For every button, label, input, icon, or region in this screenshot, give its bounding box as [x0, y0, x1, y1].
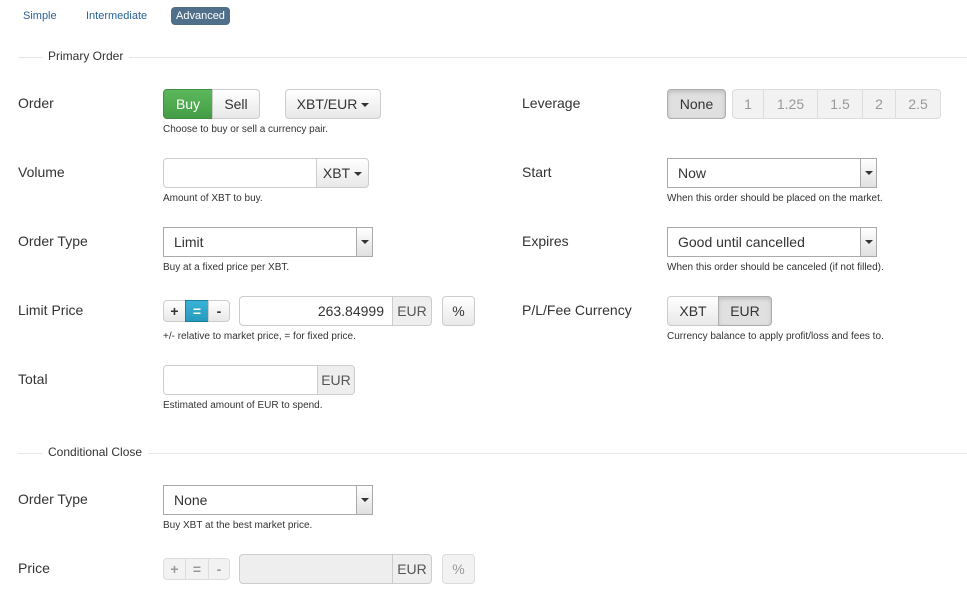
section-title-primary: Primary Order	[42, 49, 130, 63]
close-price-label: Price	[18, 560, 50, 576]
close-order-type-label: Order Type	[18, 491, 88, 507]
select-arrow-icon	[356, 486, 372, 514]
volume-label: Volume	[18, 164, 65, 180]
section-divider	[18, 453, 967, 454]
select-arrow-icon	[860, 228, 876, 256]
fixed-equals-button[interactable]: =	[185, 300, 209, 322]
start-help: When this order should be placed on the …	[667, 193, 883, 204]
leverage-1-5-button[interactable]: 1.5	[817, 89, 863, 119]
order-label: Order	[18, 95, 54, 111]
expires-value: Good until cancelled	[678, 234, 805, 250]
close-order-type-value: None	[174, 492, 208, 508]
fee-currency-help: Currency balance to apply profit/loss an…	[667, 331, 884, 342]
order-help: Choose to buy or sell a currency pair.	[163, 124, 329, 135]
caret-down-icon	[354, 172, 363, 177]
pair-dropdown-button[interactable]: XBT/EUR	[285, 89, 381, 119]
close-equals-button[interactable]: =	[185, 558, 209, 580]
caret-down-icon	[361, 103, 370, 108]
expires-label: Expires	[522, 233, 569, 249]
order-type-select[interactable]: Limit	[163, 227, 373, 257]
close-price-currency: EUR	[392, 554, 432, 584]
tab-simple[interactable]: Simple	[18, 7, 62, 25]
select-arrow-icon	[860, 159, 876, 187]
fee-currency-label: P/L/Fee Currency	[522, 302, 632, 318]
total-input[interactable]	[163, 365, 318, 395]
leverage-1-button[interactable]: 1	[732, 89, 764, 119]
relative-plus-button[interactable]: +	[163, 300, 186, 322]
order-type-label: Order Type	[18, 233, 88, 249]
limit-price-currency: EUR	[392, 296, 432, 326]
close-percent-button[interactable]: %	[442, 554, 475, 584]
leverage-label: Leverage	[522, 95, 581, 111]
buy-button[interactable]: Buy	[163, 89, 213, 119]
total-currency: EUR	[317, 365, 355, 395]
select-arrow-icon	[356, 228, 372, 256]
total-help: Estimated amount of EUR to spend.	[163, 400, 323, 411]
volume-currency-label: XBT	[322, 165, 351, 181]
leverage-1-25-button[interactable]: 1.25	[763, 89, 818, 119]
close-order-type-select[interactable]: None	[163, 485, 373, 515]
order-type-help: Buy at a fixed price per XBT.	[163, 262, 290, 273]
fee-currency-xbt-button[interactable]: XBT	[667, 296, 719, 326]
start-value: Now	[678, 165, 707, 181]
close-order-type-help: Buy XBT at the best market price.	[163, 520, 313, 531]
leverage-2-5-button[interactable]: 2.5	[895, 89, 941, 119]
limit-price-input[interactable]: 263.84999	[239, 296, 393, 326]
sell-button[interactable]: Sell	[212, 89, 260, 119]
volume-help: Amount of XBT to buy.	[163, 193, 263, 204]
tab-advanced[interactable]: Advanced	[171, 7, 230, 25]
close-price-input[interactable]	[239, 554, 393, 584]
total-label: Total	[18, 371, 48, 387]
limit-price-help: +/- relative to market price, = for fixe…	[163, 331, 356, 342]
section-divider	[18, 57, 967, 58]
expires-help: When this order should be canceled (if n…	[667, 262, 884, 273]
fee-currency-eur-button[interactable]: EUR	[718, 296, 772, 326]
close-plus-button[interactable]: +	[163, 558, 186, 580]
start-select[interactable]: Now	[667, 158, 877, 188]
leverage-none-button[interactable]: None	[667, 89, 726, 119]
limit-price-label: Limit Price	[18, 302, 84, 318]
volume-input[interactable]	[163, 158, 317, 188]
tab-intermediate[interactable]: Intermediate	[81, 7, 152, 25]
order-type-value: Limit	[174, 234, 204, 250]
relative-minus-button[interactable]: -	[208, 300, 230, 322]
section-title-conditional: Conditional Close	[42, 445, 149, 459]
expires-select[interactable]: Good until cancelled	[667, 227, 877, 257]
close-minus-button[interactable]: -	[208, 558, 230, 580]
volume-currency-dropdown[interactable]: XBT	[316, 158, 369, 188]
pair-label: XBT/EUR	[296, 96, 358, 112]
start-label: Start	[522, 164, 552, 180]
percent-button[interactable]: %	[442, 296, 475, 326]
leverage-2-button[interactable]: 2	[862, 89, 896, 119]
